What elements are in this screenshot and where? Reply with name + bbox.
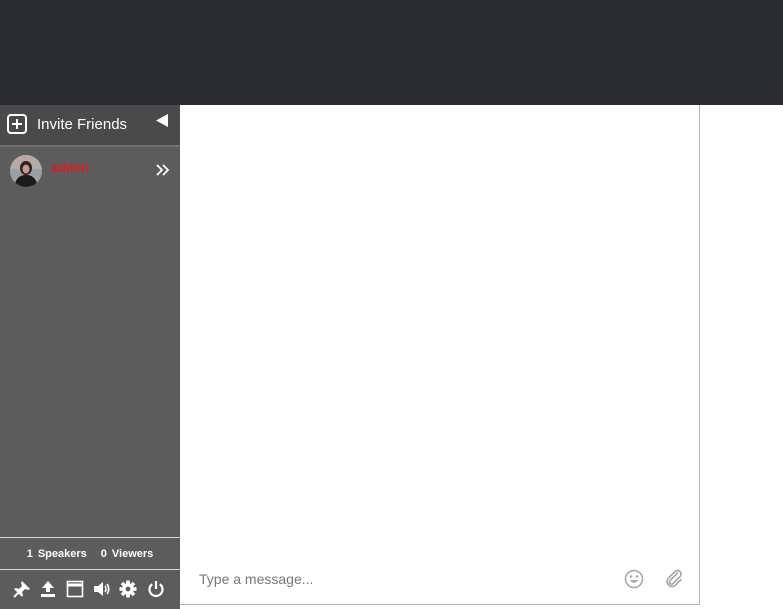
plus-icon [7,114,27,134]
chat-panel [180,105,700,605]
double-chevron-right-icon[interactable] [155,163,171,177]
participant-stats: 1 Speakers 0 Viewers [0,537,180,570]
message-input[interactable] [190,566,610,592]
volume-icon[interactable] [93,580,111,598]
pin-icon[interactable] [13,580,31,598]
avatar [10,155,42,187]
participant-name: admin [51,160,90,175]
top-header-bar [0,0,783,105]
viewers-count: 0 [100,547,107,560]
participants-sidebar: Invite Friends admin 1 Speakers 0 Viewer… [0,105,180,609]
gear-icon[interactable] [119,580,137,598]
bottom-toolbar [0,571,180,609]
collapse-sidebar-icon[interactable] [155,113,169,129]
emoji-icon[interactable] [624,569,644,589]
upload-icon[interactable] [39,580,57,598]
participant-row[interactable]: admin [0,153,180,191]
paperclip-icon[interactable] [664,568,684,588]
invite-friends-label: Invite Friends [37,116,128,133]
sidebar-divider [0,145,180,147]
speakers-label: Speakers [37,547,87,560]
speakers-count: 1 [26,547,33,560]
power-icon[interactable] [147,580,165,598]
viewers-label: Viewers [111,547,154,560]
window-icon[interactable] [66,580,84,598]
invite-friends-button[interactable]: Invite Friends [0,105,180,145]
